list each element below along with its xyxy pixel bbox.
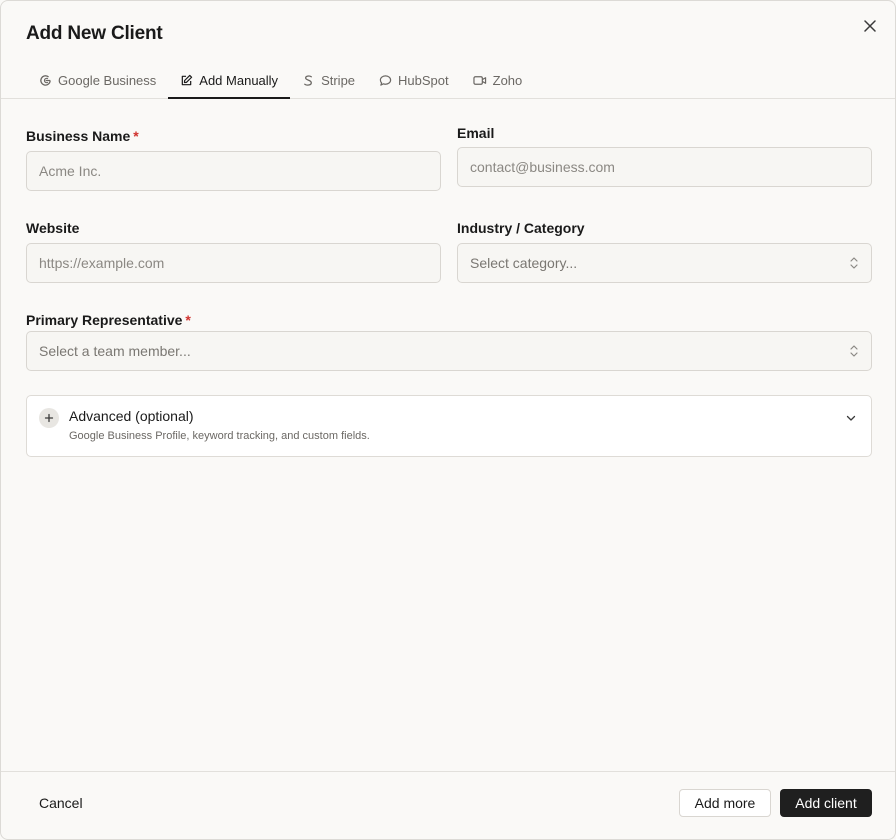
chevron-up-down-icon <box>850 257 858 269</box>
tab-hubspot[interactable]: HubSpot <box>367 63 461 98</box>
industry-select[interactable]: Select category... <box>457 243 872 283</box>
tab-label: Google Business <box>58 73 157 88</box>
chevron-up-down-icon <box>850 345 858 357</box>
email-label: Email <box>457 125 495 141</box>
tab-zoho[interactable]: Zoho <box>461 63 535 98</box>
plus-icon <box>39 408 59 428</box>
required-mark: * <box>185 312 191 328</box>
advanced-description: Google Business Profile, keyword trackin… <box>69 430 370 442</box>
website-label: Website <box>26 220 80 236</box>
close-icon <box>864 20 876 32</box>
tab-add-manually[interactable]: Add Manually <box>168 63 290 99</box>
tab-label: Stripe <box>321 73 356 88</box>
add-more-button[interactable]: Add more <box>679 789 771 817</box>
website-input[interactable] <box>26 243 441 283</box>
primary-rep-label: Primary Representative * <box>26 312 191 328</box>
advanced-section-toggle[interactable]: Advanced (optional) Google Business Prof… <box>26 395 872 457</box>
add-client-button[interactable]: Add client <box>780 789 872 817</box>
tab-google-business[interactable]: Google Business <box>27 63 168 98</box>
close-button[interactable] <box>861 17 879 35</box>
stripe-icon <box>304 75 312 86</box>
video-icon <box>472 76 486 85</box>
google-icon <box>40 75 51 86</box>
dialog-title: Add New Client <box>26 23 163 44</box>
email-input[interactable] <box>457 147 872 187</box>
business-name-label-text: Business Name <box>26 128 131 144</box>
tab-label: HubSpot <box>398 73 449 88</box>
tab-label: Add Manually <box>199 73 279 88</box>
primary-rep-label-text: Primary Representative <box>26 312 183 328</box>
chevron-down-icon <box>846 415 856 421</box>
industry-select-value: Select category... <box>470 255 578 271</box>
industry-label: Industry / Category <box>457 220 585 236</box>
primary-rep-select-value: Select a team member... <box>39 343 191 359</box>
business-name-label: Business Name * <box>26 128 139 144</box>
advanced-title: Advanced (optional) <box>69 408 194 424</box>
edit-icon <box>181 74 193 86</box>
required-mark: * <box>133 128 139 144</box>
tab-label: Zoho <box>492 73 523 88</box>
tab-stripe[interactable]: Stripe <box>290 63 367 98</box>
cancel-button[interactable]: Cancel <box>26 789 96 817</box>
dialog-footer: Cancel Add more Add client <box>1 771 895 839</box>
primary-rep-select[interactable]: Select a team member... <box>26 331 872 371</box>
chat-bubble-icon <box>379 75 392 86</box>
add-client-dialog: Add New Client Google Business Add Manua… <box>0 0 896 840</box>
source-tabs: Google Business Add Manually Stripe HubS… <box>1 63 895 99</box>
business-name-input[interactable] <box>26 151 441 191</box>
